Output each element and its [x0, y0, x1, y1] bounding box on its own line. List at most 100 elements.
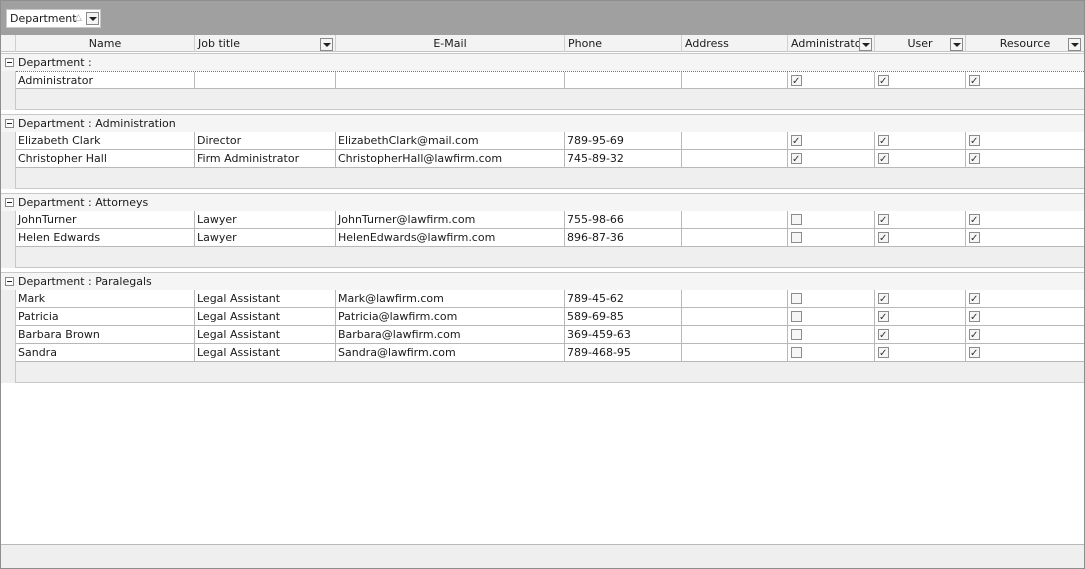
table-row[interactable]: Mark Legal Assistant Mark@lawfirm.com 789-4…: [16, 290, 1084, 308]
cell-email[interactable]: [336, 72, 565, 89]
table-row[interactable]: Elizabeth Clark Director ElizabethClark@ma…: [16, 132, 1084, 150]
collapse-icon[interactable]: [5, 58, 14, 67]
cell-email[interactable]: HelenEdwards@lawfirm.com: [336, 229, 565, 246]
administrator-checkbox[interactable]: [791, 214, 802, 225]
resource-checkbox[interactable]: [969, 212, 980, 228]
group-header-row[interactable]: Department : Paralegals: [1, 272, 1084, 290]
resource-checkbox[interactable]: [969, 291, 980, 307]
column-header-address[interactable]: Address: [682, 35, 788, 52]
resource-filter-button[interactable]: [1068, 38, 1081, 51]
resource-checkbox[interactable]: [969, 151, 980, 167]
cell-job-title[interactable]: Director: [195, 132, 336, 149]
group-header-row[interactable]: Department :: [1, 53, 1084, 71]
table-row[interactable]: Administrator: [16, 71, 1084, 89]
cell-job-title[interactable]: Lawyer: [195, 229, 336, 246]
cell-email[interactable]: Patricia@lawfirm.com: [336, 308, 565, 325]
table-row[interactable]: JohnTurner Lawyer JohnTurner@lawfirm.com 75…: [16, 211, 1084, 229]
cell-phone[interactable]: 789-468-95: [565, 344, 682, 361]
cell-email[interactable]: Barbara@lawfirm.com: [336, 326, 565, 343]
cell-name[interactable]: JohnTurner: [16, 211, 195, 228]
administrator-checkbox[interactable]: [791, 293, 802, 304]
group-header-row[interactable]: Department : Administration: [1, 114, 1084, 132]
user-checkbox[interactable]: [878, 327, 889, 343]
cell-job-title[interactable]: [195, 72, 336, 89]
administrator-checkbox[interactable]: [791, 232, 802, 243]
cell-address[interactable]: [682, 308, 788, 325]
cell-phone[interactable]: 896-87-36: [565, 229, 682, 246]
administrator-checkbox[interactable]: [791, 347, 802, 358]
user-checkbox[interactable]: [878, 212, 889, 228]
table-row[interactable]: Christopher Hall Firm Administrator Christ…: [16, 150, 1084, 168]
table-row[interactable]: Patricia Legal Assistant Patricia@lawfirm.…: [16, 308, 1084, 326]
administrator-checkbox[interactable]: [791, 73, 802, 89]
cell-address[interactable]: [682, 72, 788, 89]
user-checkbox[interactable]: [878, 345, 889, 361]
cell-email[interactable]: Sandra@lawfirm.com: [336, 344, 565, 361]
cell-phone[interactable]: 755-98-66: [565, 211, 682, 228]
administrator-filter-button[interactable]: [859, 38, 872, 51]
cell-name[interactable]: Patricia: [16, 308, 195, 325]
cell-job-title[interactable]: Firm Administrator: [195, 150, 336, 167]
cell-job-title[interactable]: Lawyer: [195, 211, 336, 228]
column-header-name[interactable]: Name: [16, 35, 195, 52]
group-chip-dropdown-button[interactable]: [86, 12, 99, 25]
user-checkbox[interactable]: [878, 291, 889, 307]
column-header-job-title[interactable]: Job title: [195, 35, 336, 52]
cell-phone[interactable]: 369-459-63: [565, 326, 682, 343]
cell-job-title[interactable]: Legal Assistant: [195, 290, 336, 307]
cell-job-title[interactable]: Legal Assistant: [195, 326, 336, 343]
table-row[interactable]: Helen Edwards Lawyer HelenEdwards@lawfirm.…: [16, 229, 1084, 247]
cell-name[interactable]: Elizabeth Clark: [16, 132, 195, 149]
administrator-checkbox[interactable]: [791, 133, 802, 149]
cell-name[interactable]: Administrator: [16, 72, 195, 89]
user-checkbox[interactable]: [878, 309, 889, 325]
cell-job-title[interactable]: Legal Assistant: [195, 344, 336, 361]
resource-checkbox[interactable]: [969, 133, 980, 149]
cell-name[interactable]: Barbara Brown: [16, 326, 195, 343]
job-title-filter-button[interactable]: [320, 38, 333, 51]
cell-email[interactable]: JohnTurner@lawfirm.com: [336, 211, 565, 228]
cell-address[interactable]: [682, 211, 788, 228]
group-chip-department[interactable]: Department △: [6, 9, 101, 28]
resource-checkbox[interactable]: [969, 327, 980, 343]
cell-address[interactable]: [682, 326, 788, 343]
cell-name[interactable]: Christopher Hall: [16, 150, 195, 167]
cell-address[interactable]: [682, 150, 788, 167]
cell-phone[interactable]: [565, 72, 682, 89]
cell-address[interactable]: [682, 229, 788, 246]
cell-address[interactable]: [682, 344, 788, 361]
administrator-checkbox[interactable]: [791, 311, 802, 322]
collapse-icon[interactable]: [5, 119, 14, 128]
table-row[interactable]: Barbara Brown Legal Assistant Barbara@lawf…: [16, 326, 1084, 344]
cell-email[interactable]: Mark@lawfirm.com: [336, 290, 565, 307]
column-header-phone[interactable]: Phone: [565, 35, 682, 52]
cell-phone[interactable]: 745-89-32: [565, 150, 682, 167]
cell-job-title[interactable]: Legal Assistant: [195, 308, 336, 325]
resource-checkbox[interactable]: [969, 309, 980, 325]
cell-phone[interactable]: 789-95-69: [565, 132, 682, 149]
resource-checkbox[interactable]: [969, 230, 980, 246]
cell-name[interactable]: Sandra: [16, 344, 195, 361]
user-filter-button[interactable]: [950, 38, 963, 51]
cell-name[interactable]: Mark: [16, 290, 195, 307]
cell-phone[interactable]: 789-45-62: [565, 290, 682, 307]
column-header-resource[interactable]: Resource: [966, 35, 1084, 52]
resource-checkbox[interactable]: [969, 345, 980, 361]
column-header-email[interactable]: E-Mail: [336, 35, 565, 52]
resource-checkbox[interactable]: [969, 73, 980, 89]
cell-email[interactable]: ElizabethClark@mail.com: [336, 132, 565, 149]
cell-address[interactable]: [682, 290, 788, 307]
cell-name[interactable]: Helen Edwards: [16, 229, 195, 246]
administrator-checkbox[interactable]: [791, 151, 802, 167]
cell-email[interactable]: ChristopherHall@lawfirm.com: [336, 150, 565, 167]
user-checkbox[interactable]: [878, 73, 889, 89]
group-header-row[interactable]: Department : Attorneys: [1, 193, 1084, 211]
user-checkbox[interactable]: [878, 230, 889, 246]
user-checkbox[interactable]: [878, 133, 889, 149]
collapse-icon[interactable]: [5, 198, 14, 207]
administrator-checkbox[interactable]: [791, 329, 802, 340]
cell-phone[interactable]: 589-69-85: [565, 308, 682, 325]
collapse-icon[interactable]: [5, 277, 14, 286]
cell-address[interactable]: [682, 132, 788, 149]
user-checkbox[interactable]: [878, 151, 889, 167]
